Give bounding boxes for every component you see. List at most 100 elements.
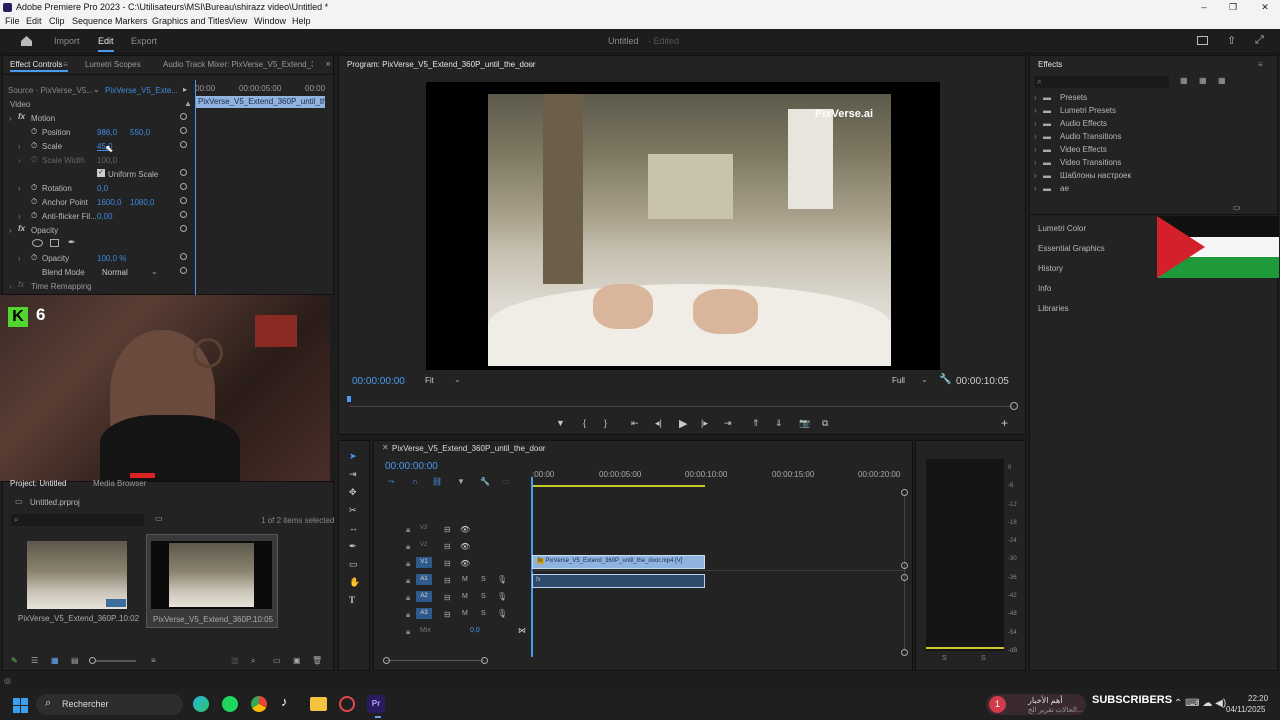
ellipse-mask-icon[interactable]: [32, 239, 43, 247]
mic-icon[interactable]: 🎙︎: [497, 609, 507, 618]
menu-markers[interactable]: Markers: [115, 16, 148, 26]
pen-tool-icon[interactable]: ✒: [349, 541, 357, 552]
workspaces-icon[interactable]: [1197, 36, 1208, 45]
panel-menu-icon[interactable]: ≡: [1258, 60, 1263, 69]
track-label-a1[interactable]: A1: [416, 574, 432, 585]
sync-lock-icon[interactable]: ⊟: [444, 593, 451, 602]
sync-lock-icon[interactable]: ⊟: [444, 610, 451, 619]
lock-icon[interactable]: 🔒︎: [406, 559, 410, 569]
ec-clip-bar[interactable]: PixVerse_V5_Extend_360P_until_the_: [195, 96, 325, 108]
taskbar-search[interactable]: ⌕ Rechercher: [36, 694, 183, 715]
tree-item[interactable]: › ▬ Video Transitions: [1034, 158, 1184, 170]
pencil-icon[interactable]: ✎: [11, 656, 18, 665]
reset-icon[interactable]: [180, 197, 187, 204]
program-timecode[interactable]: 00:00:00:00: [352, 376, 405, 387]
tab-import[interactable]: Import: [54, 36, 80, 46]
go-to-out-icon[interactable]: ⇥: [724, 418, 732, 429]
sync-lock-icon[interactable]: ⊟: [444, 559, 451, 568]
add-button-icon[interactable]: +: [1001, 416, 1008, 430]
solo-button[interactable]: S: [481, 610, 486, 617]
pen-mask-icon[interactable]: ✒: [68, 237, 76, 248]
panel-menu-icon[interactable]: ≡: [540, 444, 545, 453]
tab-lumetri-scopes[interactable]: Lumetri Scopes: [85, 60, 141, 69]
program-playhead[interactable]: [347, 396, 351, 402]
menu-clip[interactable]: Clip: [49, 16, 65, 26]
program-scrubber[interactable]: [349, 406, 1014, 407]
list-view-icon[interactable]: ☰: [31, 656, 38, 665]
sync-lock-icon[interactable]: ⊟: [444, 576, 451, 585]
eye-icon[interactable]: 👁︎: [460, 525, 470, 534]
find-icon[interactable]: ⌕: [251, 656, 255, 666]
lock-icon[interactable]: 🔒︎: [406, 576, 410, 586]
reset-icon[interactable]: [180, 113, 187, 120]
lock-icon[interactable]: 🔒︎: [406, 593, 410, 603]
nest-icon[interactable]: ⤳: [388, 477, 394, 487]
stopwatch-icon[interactable]: ⏱: [31, 253, 37, 263]
opacity-value[interactable]: 100,0 %: [97, 254, 126, 263]
tab-audio-mixer[interactable]: Audio Track Mixer: PixVerse_V5_Extend_36…: [163, 60, 313, 69]
reset-icon[interactable]: [180, 253, 187, 260]
export-frame-icon[interactable]: 📷: [799, 418, 810, 429]
zoom-select[interactable]: Fit: [425, 376, 434, 385]
tree-item[interactable]: › ▬ Audio Effects: [1034, 119, 1184, 131]
panel-essential-graphics[interactable]: Essential Graphics: [1038, 244, 1105, 253]
lock-icon[interactable]: 🔒︎: [406, 610, 410, 620]
video-clip[interactable]: fx PixVerse_V5_Extend_360P_until_the_doo…: [532, 555, 705, 569]
timeline-timecode[interactable]: 00:00:00:00: [385, 461, 438, 472]
razor-tool-icon[interactable]: ✂: [349, 505, 357, 516]
track-label-a2[interactable]: A2: [416, 591, 432, 602]
meter-solo-left[interactable]: S: [942, 655, 947, 662]
32bit-effects-icon[interactable]: ▦: [1199, 76, 1207, 85]
mute-button[interactable]: M: [462, 576, 468, 583]
menu-graphics[interactable]: Graphics and Titles: [152, 16, 229, 26]
track-select-tool-icon[interactable]: ⇥: [349, 469, 357, 480]
fx-icon[interactable]: fx: [18, 112, 25, 121]
lock-icon[interactable]: 🔒︎: [406, 627, 410, 637]
reset-icon[interactable]: [180, 267, 187, 274]
rectangle-tool-icon[interactable]: ▭: [349, 559, 358, 570]
panel-menu-icon[interactable]: ≡: [527, 60, 532, 69]
reset-icon[interactable]: [180, 211, 187, 218]
play-button[interactable]: ▶: [679, 417, 687, 430]
more-tabs-icon[interactable]: »: [326, 59, 330, 68]
ec-time-ruler[interactable]: 00:00 00:00:05:00 00:00: [195, 80, 333, 93]
rotation-value[interactable]: 0,0: [97, 184, 108, 193]
panel-info[interactable]: Info: [1038, 284, 1051, 293]
video-frame[interactable]: PixVerse.ai: [426, 82, 940, 370]
solo-button[interactable]: S: [481, 576, 486, 583]
slip-tool-icon[interactable]: ↔: [349, 523, 358, 533]
reset-icon[interactable]: [180, 169, 187, 176]
rectangle-mask-icon[interactable]: [50, 239, 59, 247]
anchor-x-value[interactable]: 1600,0: [97, 198, 121, 207]
menu-help[interactable]: Help: [292, 16, 311, 26]
sequence-selector[interactable]: PixVerse_V5_Exte...: [105, 86, 178, 95]
lock-icon[interactable]: 🔒︎: [406, 525, 410, 535]
snap-icon[interactable]: ∩: [412, 477, 418, 486]
position-y-value[interactable]: 550,0: [130, 128, 150, 137]
freeform-view-icon[interactable]: ▤: [71, 656, 79, 665]
comparison-view-icon[interactable]: ⧉: [822, 418, 828, 429]
sync-lock-icon[interactable]: ⊟: [444, 525, 451, 534]
reset-icon[interactable]: [180, 183, 187, 190]
edge-icon[interactable]: [193, 696, 209, 712]
tab-edit[interactable]: Edit: [98, 36, 114, 52]
audio-clip[interactable]: fx: [532, 574, 705, 588]
mute-button[interactable]: M: [462, 610, 468, 617]
stopwatch-icon[interactable]: ⏱: [31, 127, 37, 137]
new-bin-icon[interactable]: ▭: [155, 514, 163, 523]
menu-view[interactable]: View: [228, 16, 247, 26]
lock-icon[interactable]: 🔒︎: [406, 542, 410, 552]
tree-item[interactable]: › ▬ Presets: [1034, 93, 1184, 105]
close-icon[interactable]: ✕: [382, 443, 389, 452]
work-area-bar[interactable]: [532, 485, 705, 487]
mix-end-icon[interactable]: ⋈: [518, 626, 526, 635]
new-bin-icon[interactable]: ▭: [273, 656, 281, 665]
uniform-scale-checkbox[interactable]: ✓: [97, 169, 105, 177]
menu-file[interactable]: File: [5, 16, 20, 26]
yuv-effects-icon[interactable]: ▦: [1218, 76, 1226, 85]
track-label-v1[interactable]: V1: [416, 557, 432, 568]
panel-libraries[interactable]: Libraries: [1038, 304, 1069, 313]
lift-icon[interactable]: ⇑: [752, 418, 760, 429]
settings-wrench-icon[interactable]: 🔧: [480, 477, 490, 486]
file-explorer-icon[interactable]: [310, 697, 327, 711]
